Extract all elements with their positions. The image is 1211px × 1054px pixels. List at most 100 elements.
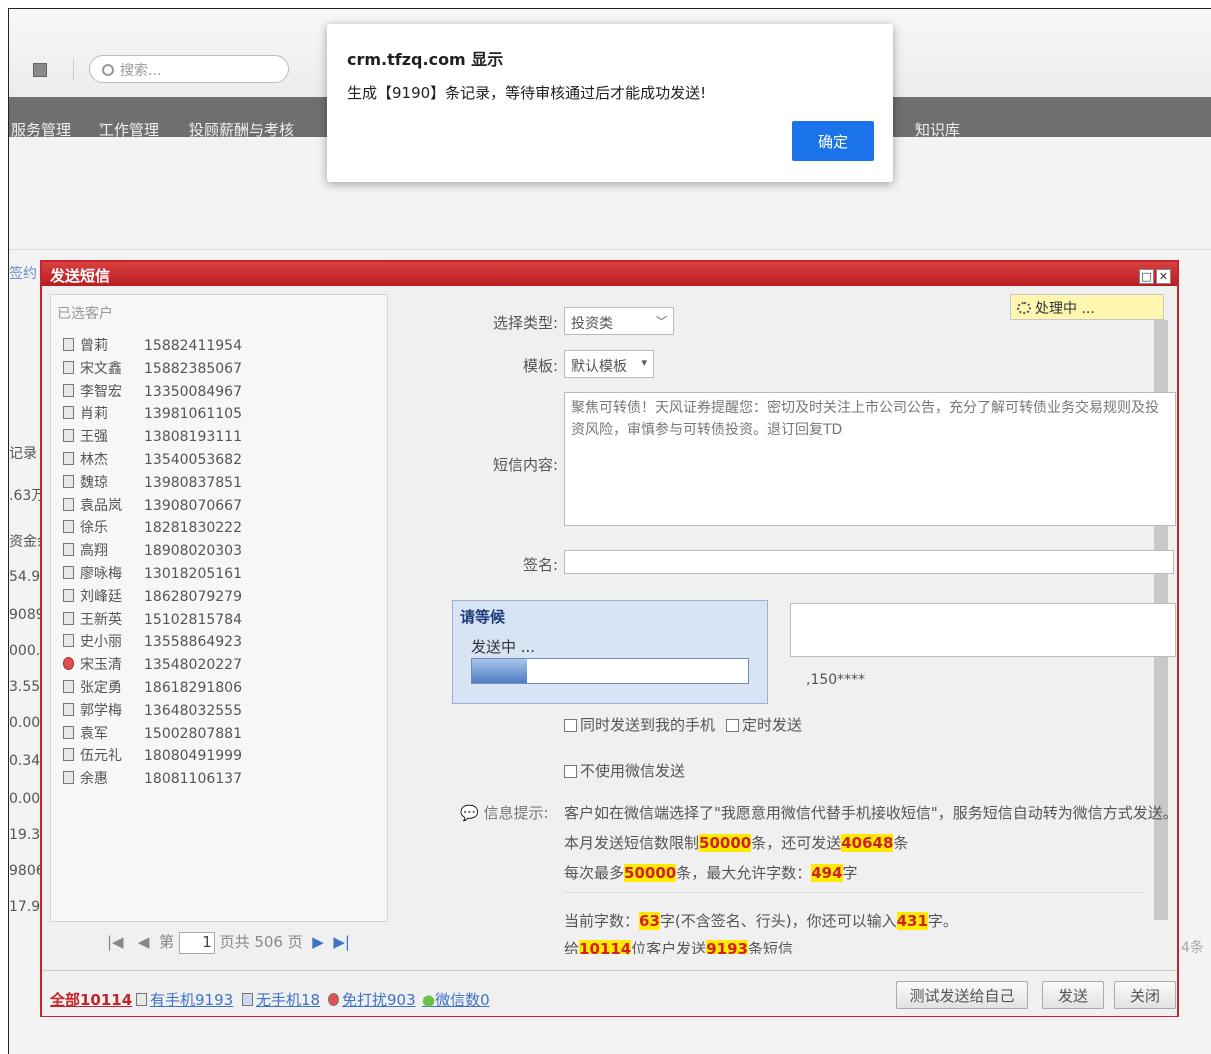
selected-customers-panel: 已选客户 曾莉 15882411954 宋文鑫 15882385067 李智宏 13350… <box>50 294 388 954</box>
customer-row[interactable]: 林杰 13540053682 <box>63 449 242 472</box>
customer-row[interactable]: 刘峰廷 18628079279 <box>63 586 242 609</box>
customer-name: 肖莉 <box>80 406 108 423</box>
wait-title: 请等候 <box>460 608 506 626</box>
close-icon[interactable]: ✕ <box>1156 269 1171 284</box>
customer-phone: 13648032555 <box>144 702 242 719</box>
template-select[interactable]: 默认模板 ▾ <box>564 350 654 378</box>
page-number-input[interactable]: 1 <box>178 931 215 954</box>
customer-list: 曾莉 15882411954 宋文鑫 15882385067 李智宏 1335008496… <box>63 335 242 791</box>
customer-row[interactable]: 张定勇 18618291806 <box>63 677 242 700</box>
customer-name: 郭学梅 <box>80 702 122 719</box>
customer-name: 余惠 <box>80 771 108 788</box>
info-label: 信息提示: <box>483 804 549 822</box>
customer-name: 伍元礼 <box>80 748 122 765</box>
customer-phone: 18281830222 <box>144 520 242 537</box>
customer-row[interactable]: 魏琼 13980837851 <box>63 472 242 495</box>
customer-row[interactable]: 李智宏 13350084967 <box>63 381 242 404</box>
phone-icon <box>63 474 74 488</box>
customer-row[interactable]: 王新英 15102815784 <box>63 609 242 632</box>
customer-phone: 18618291806 <box>144 679 242 696</box>
template-label: 模板: <box>522 357 558 375</box>
scheduled-send-checkbox[interactable]: 定时发送 <box>726 714 802 735</box>
test-send-button[interactable]: 测试发送给自己 <box>896 981 1028 1009</box>
phone-icon <box>63 543 74 557</box>
customer-row[interactable]: 宋玉清 13548020227 <box>63 654 242 677</box>
customer-row[interactable]: 王强 13808193111 <box>63 426 242 449</box>
checkbox-icon <box>564 765 577 778</box>
do-not-disturb-icon <box>63 657 74 671</box>
signature-label: 签名: <box>522 556 558 574</box>
type-select[interactable]: 投资类 ﹀ <box>564 307 674 335</box>
info-label-row: 💬 信息提示: <box>460 802 549 823</box>
search-input[interactable]: 搜索... <box>89 55 289 83</box>
customer-row[interactable]: 郭学梅 13648032555 <box>63 700 242 723</box>
scheduled-send-label: 定时发送 <box>742 716 803 734</box>
phone-icon <box>63 748 74 762</box>
custom-header-input[interactable] <box>790 603 1176 657</box>
recipients-preview: ,150**** <box>806 672 866 688</box>
customer-row[interactable]: 伍元礼 18080491999 <box>63 745 242 768</box>
maximize-icon[interactable]: □ <box>1139 269 1154 284</box>
phone-icon <box>63 451 74 465</box>
send-to-me-checkbox[interactable]: 同时发送到我的手机 <box>564 714 715 735</box>
monthly-limit-value: 50000 <box>699 834 752 852</box>
phone-icon <box>63 725 74 739</box>
content-label: 短信内容: <box>492 456 558 474</box>
processing-indicator: 处理中 ... <box>1010 294 1164 320</box>
type-label: 选择类型: <box>492 314 558 332</box>
customer-row[interactable]: 史小丽 13558864923 <box>63 631 242 654</box>
customer-row[interactable]: 宋文鑫 15882385067 <box>63 358 242 381</box>
signature-input[interactable] <box>564 550 1174 574</box>
panel-title: 已选客户 <box>57 306 113 322</box>
customer-name: 高翔 <box>80 543 108 560</box>
phone-icon <box>63 383 74 397</box>
phone-icon <box>63 565 74 579</box>
filter-all-link[interactable]: 全部10114 <box>50 989 132 1010</box>
per-send-max-value: 50000 <box>624 864 677 882</box>
bg-fragment: 3.55 <box>9 679 41 695</box>
phone-icon <box>63 497 74 511</box>
customer-row[interactable]: 袁品岚 13908070667 <box>63 495 242 518</box>
next-page-icon[interactable]: ▶ <box>312 933 324 951</box>
customer-row[interactable]: 肖莉 13981061105 <box>63 403 242 426</box>
bg-fragment: 记录 <box>9 446 37 462</box>
filter-no-phone-link[interactable]: 无手机18 <box>242 989 320 1010</box>
no-wechat-checkbox[interactable]: 不使用微信发送 <box>564 760 685 781</box>
customer-row[interactable]: 余惠 18081106137 <box>63 768 242 791</box>
phone-icon <box>63 338 74 351</box>
summary-clip: 给10114位客户发送9193条短信 <box>564 934 1064 954</box>
last-page-icon[interactable]: ▶| <box>333 933 350 951</box>
type-select-value: 投资类 <box>571 316 613 332</box>
filter-no-disturb-link[interactable]: 免打扰903 <box>328 989 416 1010</box>
customer-name: 廖咏梅 <box>80 565 122 582</box>
customer-phone: 18080491999 <box>144 748 242 765</box>
customer-name: 徐乐 <box>80 520 108 537</box>
filter-wechat-link[interactable]: ●微信数0 <box>422 989 490 1010</box>
search-icon <box>102 64 114 76</box>
send-button[interactable]: 发送 <box>1042 981 1104 1009</box>
alert-ok-button[interactable]: 确定 <box>792 121 874 161</box>
bg-fragment: 4条 <box>1181 940 1204 956</box>
customer-row[interactable]: 袁军 15002807881 <box>63 723 242 746</box>
first-page-icon[interactable]: |◀ <box>107 933 124 951</box>
customer-name: 林杰 <box>80 451 108 468</box>
chevron-down-icon: ▾ <box>641 356 647 369</box>
alert-message: 生成【9190】条记录，等待审核通过后才能成功发送! <box>347 84 707 102</box>
toolbar-divider <box>73 59 74 81</box>
bg-fragment: 0.34 <box>9 753 41 769</box>
wait-message: 发送中 ... <box>471 638 536 656</box>
customer-row[interactable]: 曾莉 15882411954 <box>63 335 242 358</box>
phone-icon <box>63 634 74 648</box>
form-divider <box>564 892 1144 893</box>
phone-icon <box>63 360 74 374</box>
prev-page-icon[interactable]: ◀ <box>138 933 150 951</box>
customer-row[interactable]: 廖咏梅 13018205161 <box>63 563 242 586</box>
close-button[interactable]: 关闭 <box>1114 981 1176 1009</box>
customer-row[interactable]: 高翔 18908020303 <box>63 540 242 563</box>
phone-icon <box>63 611 74 625</box>
filter-with-phone-link[interactable]: 有手机9193 <box>136 989 233 1010</box>
customer-row[interactable]: 徐乐 18281830222 <box>63 517 242 540</box>
sms-content-textarea[interactable]: 聚焦可转债！天风证券提醒您：密切及时关注上市公司公告，充分了解可转债业务交易规则… <box>564 392 1176 526</box>
customer-phone: 13808193111 <box>144 429 242 446</box>
customer-phone: 13540053682 <box>144 451 242 468</box>
